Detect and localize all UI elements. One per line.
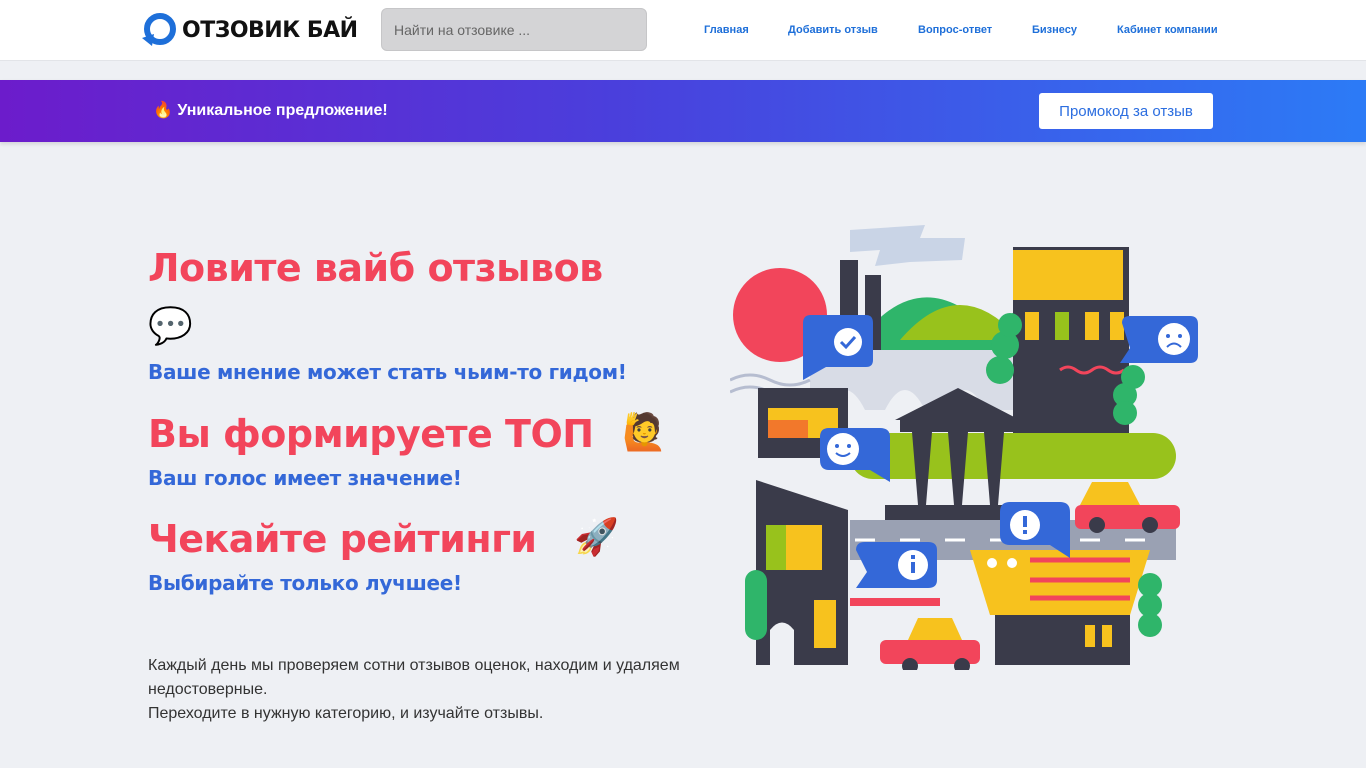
hero-heading-2: Вы формируете ТОП <box>148 412 594 456</box>
hero-description-line-1: Каждый день мы проверяем сотни отзывов о… <box>148 657 680 698</box>
logo[interactable]: ОТЗОВИК БАЙ <box>140 10 358 50</box>
logo-icon <box>142 13 176 46</box>
logo-text: ОТЗОВИК БАЙ <box>182 17 358 43</box>
hero-subheading-3: Выбирайте только лучшее! <box>148 571 462 595</box>
raising-hand-emoji: 🙋 <box>622 411 667 452</box>
rocket-emoji: 🚀 <box>574 516 619 557</box>
search-input[interactable] <box>381 8 647 51</box>
nav-home[interactable]: Главная <box>704 24 749 36</box>
promo-text: 🔥 Уникальное предложение! <box>153 102 388 119</box>
nav-add-review[interactable]: Добавить отзыв <box>788 24 878 36</box>
sad-bubble-icon <box>1120 316 1198 363</box>
info-bubble-icon <box>856 542 937 588</box>
hero-heading-1: Ловите вайб отзывов <box>148 246 603 290</box>
site-header: ОТЗОВИК БАЙ Главная Добавить отзыв Вопро… <box>0 0 1366 61</box>
city-illustration <box>730 225 1198 670</box>
nav-business[interactable]: Бизнесу <box>1032 24 1077 36</box>
promo-code-button[interactable]: Промокод за отзыв <box>1039 93 1213 129</box>
hero-description-line-2: Переходите в нужную категорию, и изучайт… <box>148 705 544 722</box>
hero-subheading-2: Ваш голос имеет значение! <box>148 466 462 490</box>
speech-bubble-emoji: 💬 <box>148 305 193 346</box>
nav-qa[interactable]: Вопрос-ответ <box>918 24 992 36</box>
hero-heading-3: Чекайте рейтинги <box>148 517 537 561</box>
smile-bubble-icon <box>820 428 890 482</box>
promo-banner: 🔥 Уникальное предложение! Промокод за от… <box>0 80 1366 142</box>
nav-company-cabinet[interactable]: Кабинет компании <box>1117 24 1218 36</box>
hero-subheading-1: Ваше мнение может стать чьим-то гидом! <box>148 360 627 384</box>
hero-description: Каждый день мы проверяем сотни отзывов о… <box>148 654 708 726</box>
cloud-shape <box>850 225 965 266</box>
